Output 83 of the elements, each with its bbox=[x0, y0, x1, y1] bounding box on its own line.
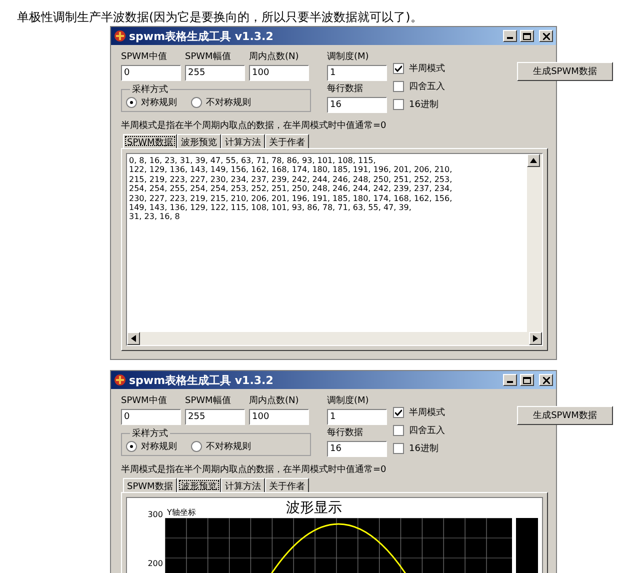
input-field[interactable]: 0 bbox=[121, 409, 181, 425]
radio-icon[interactable] bbox=[191, 441, 202, 452]
note-text: 半周模式是指在半个周期内取点的数据，在半周模式时中值通常=0 bbox=[121, 120, 388, 132]
data-line: 215, 219, 223, 227, 230, 234, 237, 239, 242, 244, 246, 248, 250, 251, 252, 253, bbox=[129, 174, 454, 184]
close-icon bbox=[542, 376, 550, 384]
input-field[interactable]: 100 bbox=[249, 65, 309, 81]
input-field[interactable]: 0 bbox=[121, 65, 181, 81]
checkbox-option[interactable]: 16进制 bbox=[393, 440, 445, 456]
field-label: 调制度(M) bbox=[327, 395, 370, 407]
input-field[interactable]: 1 bbox=[327, 65, 387, 81]
close-icon bbox=[542, 32, 550, 40]
close-button[interactable] bbox=[539, 30, 553, 42]
input-field[interactable]: 16 bbox=[327, 441, 387, 457]
checkbox[interactable] bbox=[393, 442, 404, 454]
generate-button[interactable]: 生成SPWM数据 bbox=[517, 406, 613, 425]
scroll-right-icon[interactable] bbox=[529, 332, 542, 345]
field-label: 每行数据 bbox=[327, 427, 364, 439]
tab[interactable]: SPWM数据 bbox=[123, 478, 177, 492]
chart-title: 波形显示 bbox=[286, 499, 342, 517]
note-text: 半周模式是指在半个周期内取点的数据，在半周模式时中值通常=0 bbox=[121, 464, 388, 476]
input-field[interactable]: 1 bbox=[327, 409, 387, 425]
tab[interactable]: 波形预览 bbox=[176, 134, 221, 148]
radio-icon[interactable] bbox=[126, 97, 137, 108]
input-field[interactable]: 16 bbox=[327, 97, 387, 113]
field-label: SPWM幅值 bbox=[185, 395, 232, 407]
window-title: spwm表格生成工具 v1.3.2 bbox=[129, 372, 274, 388]
app-logo-icon bbox=[114, 374, 126, 386]
radio-icon[interactable] bbox=[126, 441, 137, 452]
checkbox-option[interactable]: 半周模式 bbox=[393, 404, 445, 420]
field-label: SPWM幅值 bbox=[185, 51, 232, 63]
window-title: spwm表格生成工具 v1.3.2 bbox=[129, 28, 274, 44]
data-line: 31, 23, 16, 8 bbox=[129, 212, 181, 222]
vertical-scrollbar[interactable] bbox=[527, 154, 542, 332]
field-label: 每行数据 bbox=[327, 83, 364, 95]
tab[interactable]: 计算方法 bbox=[220, 134, 265, 148]
radio-option[interactable]: 对称规则 bbox=[126, 96, 177, 109]
checkbox[interactable] bbox=[393, 98, 404, 110]
data-line: 0, 8, 16, 23, 31, 39, 47, 55, 63, 71, 78, 86, 93, 101, 108, 115, bbox=[129, 156, 377, 166]
checkbox-option[interactable]: 四舍五入 bbox=[393, 78, 445, 94]
maximize-icon bbox=[523, 32, 531, 40]
close-button[interactable] bbox=[539, 374, 553, 386]
data-line: 254, 254, 255, 254, 254, 253, 252, 251, 250, 248, 246, 244, 242, 239, 237, 234, bbox=[129, 184, 454, 194]
input-field[interactable]: 255 bbox=[185, 409, 245, 425]
input-field[interactable]: 100 bbox=[249, 409, 309, 425]
checkbox[interactable] bbox=[393, 424, 404, 436]
radio-icon[interactable] bbox=[191, 97, 202, 108]
tick-label: 200 bbox=[148, 559, 163, 568]
maximize-button[interactable] bbox=[520, 374, 534, 386]
tab[interactable]: 关于作者 bbox=[264, 134, 309, 148]
field-label: 调制度(M) bbox=[327, 51, 370, 63]
field-label: 周内点数(N) bbox=[249, 395, 300, 407]
minimize-button[interactable] bbox=[503, 374, 517, 386]
scroll-up-icon[interactable] bbox=[527, 154, 540, 167]
field-label: SPWM中值 bbox=[121, 395, 168, 407]
maximize-icon bbox=[523, 376, 531, 384]
tab[interactable]: 关于作者 bbox=[264, 478, 309, 492]
checkbox-option[interactable]: 16进制 bbox=[393, 96, 445, 112]
checkbox-option[interactable]: 四舍五入 bbox=[393, 422, 445, 438]
radio-option[interactable]: 不对称规则 bbox=[191, 96, 251, 109]
caption-text: 单极性调制生产半波数据(因为它是要换向的，所以只要半波数据就可以了)。 bbox=[16, 9, 424, 26]
group-label: 采样方式 bbox=[131, 428, 169, 440]
checkbox[interactable] bbox=[393, 406, 404, 418]
checkbox-option[interactable]: 半周模式 bbox=[393, 60, 445, 76]
data-line: 230, 227, 223, 219, 215, 210, 206, 201, 196, 191, 185, 180, 174, 168, 162, 156, bbox=[129, 194, 454, 204]
tick-label: 300 bbox=[148, 510, 163, 519]
radio-option[interactable]: 不对称规则 bbox=[191, 440, 251, 453]
tab[interactable]: 计算方法 bbox=[220, 478, 265, 492]
generate-button[interactable]: 生成SPWM数据 bbox=[517, 62, 613, 81]
app-logo-icon bbox=[114, 30, 126, 42]
field-label: 周内点数(N) bbox=[249, 51, 300, 63]
maximize-button[interactable] bbox=[520, 30, 534, 42]
minimize-button[interactable] bbox=[503, 30, 517, 42]
horizontal-scrollbar[interactable] bbox=[127, 332, 542, 345]
data-line: 149, 143, 136, 129, 122, 115, 108, 101, 93, 86, 78, 71, 63, 55, 47, 39, bbox=[129, 203, 412, 212]
radio-option[interactable]: 对称规则 bbox=[126, 440, 177, 453]
field-label: SPWM中值 bbox=[121, 51, 168, 63]
input-field[interactable]: 255 bbox=[185, 65, 245, 81]
scroll-left-icon[interactable] bbox=[127, 332, 140, 345]
axis-label: Y轴坐标 bbox=[167, 507, 196, 518]
checkbox[interactable] bbox=[393, 80, 404, 92]
checkbox[interactable] bbox=[393, 62, 404, 74]
data-line: 122, 129, 136, 143, 149, 156, 162, 168, 174, 180, 185, 191, 196, 201, 206, 210, bbox=[129, 165, 454, 175]
group-label: 采样方式 bbox=[131, 84, 169, 96]
